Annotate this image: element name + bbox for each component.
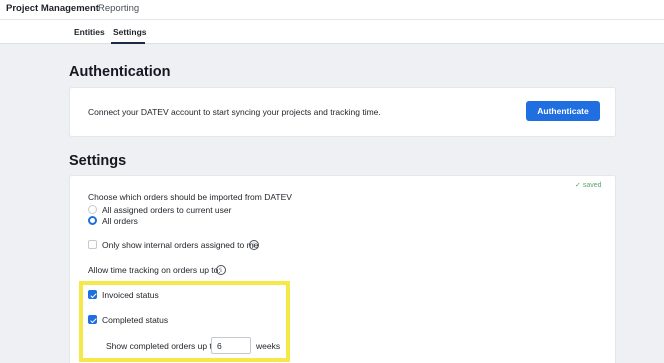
radio-all-orders-label: All orders [102, 216, 138, 226]
tab-settings[interactable]: Settings [113, 27, 147, 37]
authentication-description: Connect your DATEV account to start sync… [88, 107, 381, 117]
app-tab-project-management[interactable]: Project Management [6, 3, 99, 14]
completed-status-checkbox[interactable] [88, 315, 97, 324]
time-tracking-label: Allow time tracking on orders up to: [88, 265, 221, 275]
radio-all-orders[interactable] [88, 216, 97, 225]
settings-heading: Settings [69, 153, 127, 169]
info-icon[interactable]: i [249, 240, 259, 250]
radio-all-assigned-orders-label: All assigned orders to current user [102, 205, 232, 215]
internal-orders-checkbox[interactable] [88, 240, 97, 249]
info-icon[interactable]: i [216, 265, 226, 275]
invoiced-status-checkbox[interactable] [88, 290, 97, 299]
top-app-bar: Project Management Reporting [0, 0, 664, 20]
saved-label: saved [582, 182, 602, 189]
show-completed-prefix: Show completed orders up to [106, 341, 217, 351]
saved-indicator: ✓ saved [575, 181, 602, 189]
internal-orders-label: Only show internal orders assigned to me [102, 240, 259, 250]
active-tab-indicator [111, 42, 145, 44]
check-icon: ✓ [575, 182, 581, 189]
authenticate-button[interactable]: Authenticate [526, 101, 600, 121]
app-tab-reporting[interactable]: Reporting [98, 3, 139, 14]
weeks-suffix: weeks [256, 341, 281, 351]
import-orders-label: Choose which orders should be imported f… [88, 192, 292, 202]
authentication-heading: Authentication [69, 64, 171, 80]
weeks-input[interactable] [211, 337, 251, 354]
sub-navigation: Entities Settings [0, 20, 664, 44]
completed-status-label: Completed status [102, 315, 169, 325]
invoiced-status-label: Invoiced status [102, 290, 159, 300]
authentication-card: Connect your DATEV account to start sync… [69, 87, 616, 137]
tab-entities[interactable]: Entities [74, 27, 105, 37]
radio-all-assigned-orders[interactable] [88, 205, 97, 214]
